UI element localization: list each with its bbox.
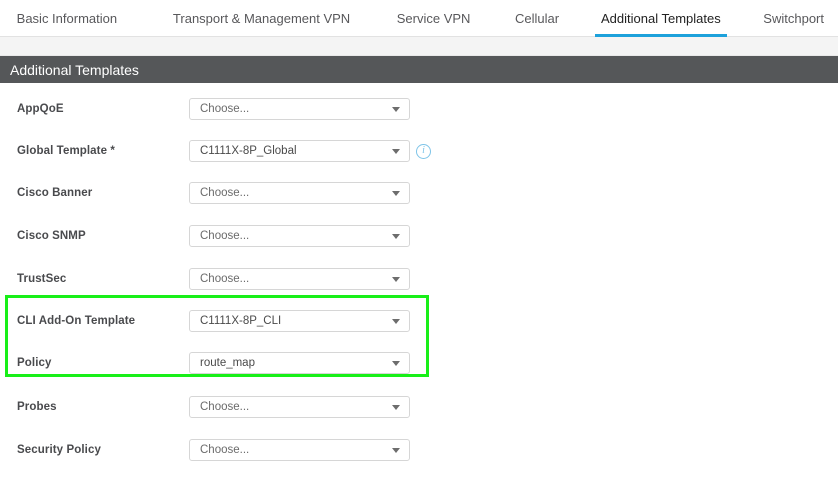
tab-label: Cellular: [515, 11, 560, 26]
tab-label: Switchport: [763, 11, 824, 26]
form-row-probes: Probes Choose...: [0, 392, 838, 422]
tab-bar: Basic Information Transport & Management…: [0, 0, 838, 37]
dropdown-value: Choose...: [200, 103, 250, 115]
cisco-snmp-dropdown[interactable]: Choose...: [189, 225, 410, 247]
cisco-banner-dropdown[interactable]: Choose...: [189, 182, 410, 204]
form-row-cisco-banner: Cisco Banner Choose...: [0, 178, 838, 208]
chevron-down-icon: [392, 360, 400, 366]
dropdown-value: C1111X-8P_Global: [200, 145, 297, 157]
dropdown-value: Choose...: [200, 444, 250, 456]
dropdown-value: Choose...: [200, 230, 250, 242]
additional-templates-form: AppQoE Choose... Global Template * C1111…: [0, 83, 838, 501]
tab-label: Transport & Management VPN: [172, 11, 351, 26]
dropdown-value: C1111X-8P_CLI: [200, 315, 282, 327]
form-row-appqoe: AppQoE Choose...: [0, 94, 838, 124]
global-template-dropdown[interactable]: C1111X-8P_Global: [189, 140, 410, 162]
section-header-additional-templates: Additional Templates: [0, 56, 838, 83]
field-label: Global Template *: [17, 145, 115, 157]
security-policy-dropdown[interactable]: Choose...: [189, 439, 410, 461]
field-label: Security Policy: [17, 444, 101, 456]
tab-switchport[interactable]: Switchport: [749, 0, 838, 37]
field-label: Cisco Banner: [17, 187, 93, 199]
chevron-down-icon: [392, 190, 400, 196]
dropdown-value: Choose...: [200, 187, 250, 199]
field-label: AppQoE: [17, 103, 64, 115]
policy-dropdown[interactable]: route_map: [189, 352, 410, 374]
tab-label: Basic Information: [16, 11, 118, 26]
form-row-security-policy: Security Policy Choose...: [0, 435, 838, 465]
chevron-down-icon: [392, 106, 400, 112]
form-row-policy: Policy route_map: [0, 348, 838, 378]
form-row-cli-add-on-template: CLI Add-On Template C1111X-8P_CLI: [0, 306, 838, 336]
dropdown-value: Choose...: [200, 401, 250, 413]
tab-service-vpn[interactable]: Service VPN: [383, 0, 485, 37]
appqoe-dropdown[interactable]: Choose...: [189, 98, 410, 120]
tab-additional-templates[interactable]: Additional Templates: [587, 0, 735, 37]
chevron-down-icon: [392, 233, 400, 239]
chevron-down-icon: [392, 318, 400, 324]
trustsec-dropdown[interactable]: Choose...: [189, 268, 410, 290]
tab-label: Service VPN: [396, 11, 471, 26]
active-tab-indicator: [594, 34, 727, 37]
dropdown-value: route_map: [200, 357, 255, 369]
form-row-trustsec: TrustSec Choose...: [0, 264, 838, 294]
tab-transport-and-management-vpn[interactable]: Transport & Management VPN: [159, 0, 364, 37]
field-label: Cisco SNMP: [17, 230, 86, 242]
tab-content-separator: [0, 37, 838, 56]
field-label: Policy: [17, 357, 52, 369]
field-label: Probes: [17, 401, 57, 413]
dropdown-value: Choose...: [200, 273, 250, 285]
form-row-cisco-snmp: Cisco SNMP Choose...: [0, 221, 838, 251]
tab-basic-information[interactable]: Basic Information: [3, 0, 131, 37]
chevron-down-icon: [392, 404, 400, 410]
field-label: CLI Add-On Template: [17, 315, 136, 327]
chevron-down-icon: [392, 447, 400, 453]
field-label: TrustSec: [17, 273, 67, 285]
form-row-global-template: Global Template * C1111X-8P_Global i: [0, 136, 838, 166]
probes-dropdown[interactable]: Choose...: [189, 396, 410, 418]
info-icon[interactable]: i: [416, 143, 431, 159]
tab-label: Additional Templates: [600, 11, 721, 26]
chevron-down-icon: [392, 276, 400, 282]
cli-add-on-template-dropdown[interactable]: C1111X-8P_CLI: [189, 310, 410, 332]
section-title: Additional Templates: [10, 61, 139, 78]
chevron-down-icon: [392, 148, 400, 154]
tab-cellular[interactable]: Cellular: [501, 0, 573, 37]
